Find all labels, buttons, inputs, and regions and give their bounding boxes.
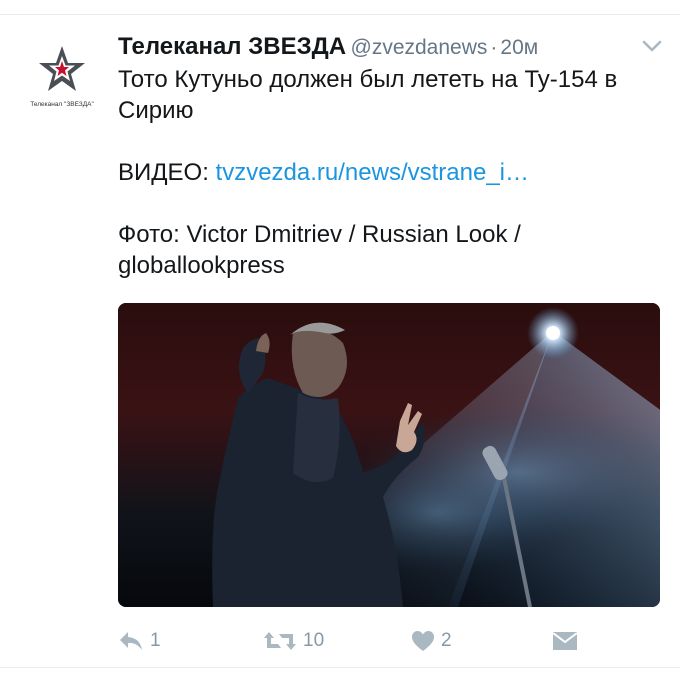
video-label: ВИДЕО:: [118, 159, 216, 186]
video-line: ВИДЕО: tvzvezda.ru/news/vstrane_i…: [118, 157, 668, 188]
zvezda-star-logo-icon: [39, 46, 85, 91]
retweet-icon: [264, 632, 296, 650]
retweet-count: 10: [303, 630, 325, 651]
chevron-down-icon[interactable]: [641, 38, 663, 54]
avatar-caption: Телеканал "ЗВЕЗДА": [30, 101, 94, 108]
tweet-actions: 1 10 2: [118, 626, 588, 656]
video-link[interactable]: tvzvezda.ru/news/vstrane_i…: [216, 159, 529, 186]
user-handle[interactable]: @zvezdanews: [351, 36, 488, 59]
retweet-button[interactable]: 10: [263, 626, 324, 656]
like-button[interactable]: 2: [411, 626, 452, 656]
tweet-header: Телеканал ЗВЕЗДА @zvezdanews · 20м: [118, 33, 538, 63]
tweet-photo[interactable]: [118, 303, 660, 607]
reply-icon: [120, 632, 142, 650]
envelope-icon: [552, 632, 578, 650]
avatar[interactable]: Телеканал "ЗВЕЗДА": [20, 38, 104, 122]
reply-count: 1: [150, 630, 161, 651]
photo-credit: Фото: Victor Dmitriev / Russian Look / g…: [118, 221, 521, 279]
separator-dot: ·: [490, 36, 498, 59]
direct-message-button[interactable]: [552, 626, 578, 656]
like-count: 2: [441, 630, 452, 651]
top-divider: [0, 14, 680, 15]
tweet-text-line: Тото Кутуньо должен был лететь на Ту-154…: [118, 66, 618, 124]
timestamp[interactable]: 20м: [500, 36, 538, 59]
display-name[interactable]: Телеканал ЗВЕЗДА: [118, 33, 346, 60]
bottom-divider: [0, 667, 680, 668]
reply-button[interactable]: 1: [118, 626, 161, 656]
concert-photo-image: [118, 303, 660, 607]
tweet-text: Тото Кутуньо должен был лететь на Ту-154…: [118, 64, 668, 281]
heart-icon: [412, 631, 434, 651]
